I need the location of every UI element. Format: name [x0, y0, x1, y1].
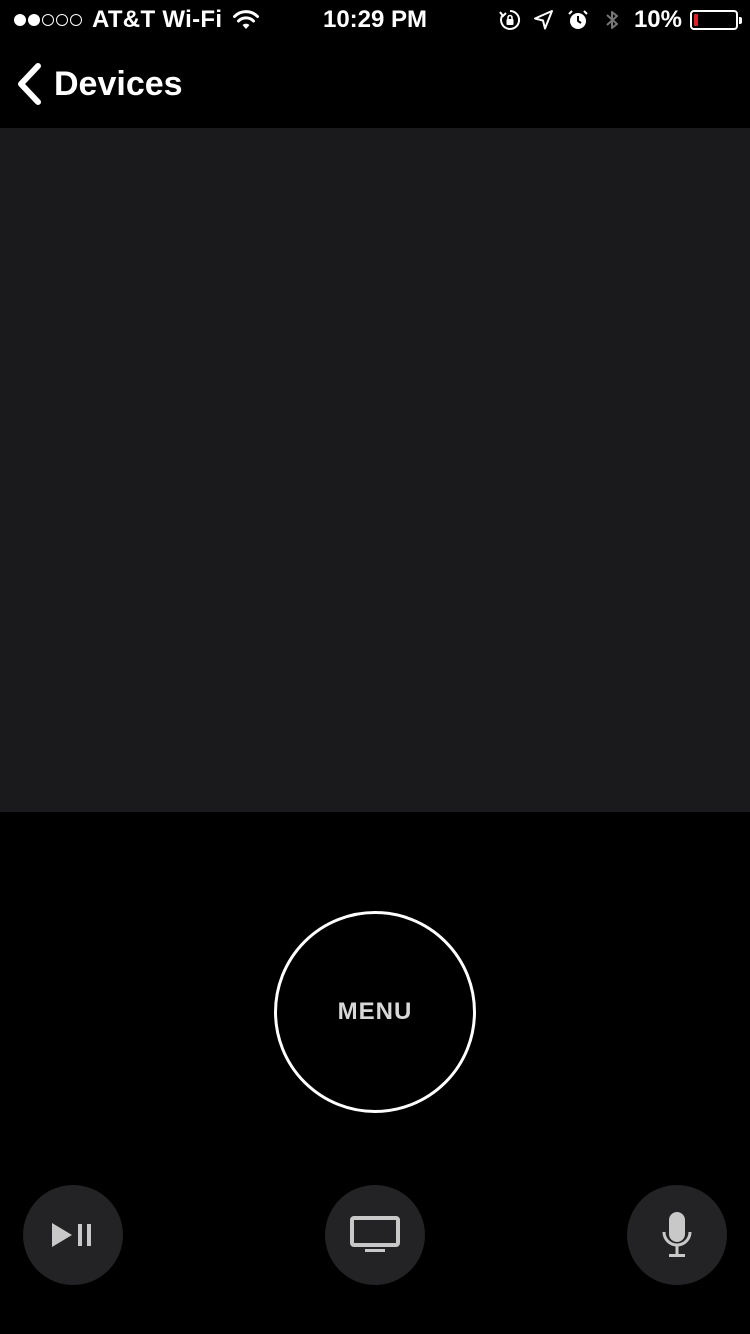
battery-icon — [690, 10, 742, 30]
rotation-lock-icon — [499, 9, 520, 30]
tv-icon — [350, 1216, 400, 1252]
battery-level-fill — [694, 14, 698, 26]
location-icon — [533, 10, 553, 30]
status-right: 10% — [498, 0, 742, 40]
touch-surface[interactable] — [0, 128, 750, 812]
remote-screen: AT&T Wi-Fi 10:29 PM 10% Devices MENU — [0, 0, 750, 1334]
play-pause-button[interactable] — [23, 1185, 123, 1285]
menu-label: MENU — [337, 998, 413, 1025]
alarm-icon — [568, 10, 588, 29]
navigation-bar: Devices — [0, 40, 750, 128]
tv-button[interactable] — [325, 1185, 425, 1285]
back-label: Devices — [54, 64, 183, 103]
microphone-button[interactable] — [627, 1185, 727, 1285]
battery-percent: 10% — [633, 6, 682, 33]
back-button[interactable]: Devices — [14, 60, 183, 108]
menu-button[interactable]: MENU — [274, 911, 476, 1113]
microphone-icon — [662, 1212, 692, 1257]
chevron-left-icon — [18, 63, 41, 105]
bluetooth-icon — [606, 11, 618, 29]
status-bar: AT&T Wi-Fi 10:29 PM 10% — [0, 0, 750, 40]
play-pause-icon — [52, 1223, 91, 1247]
